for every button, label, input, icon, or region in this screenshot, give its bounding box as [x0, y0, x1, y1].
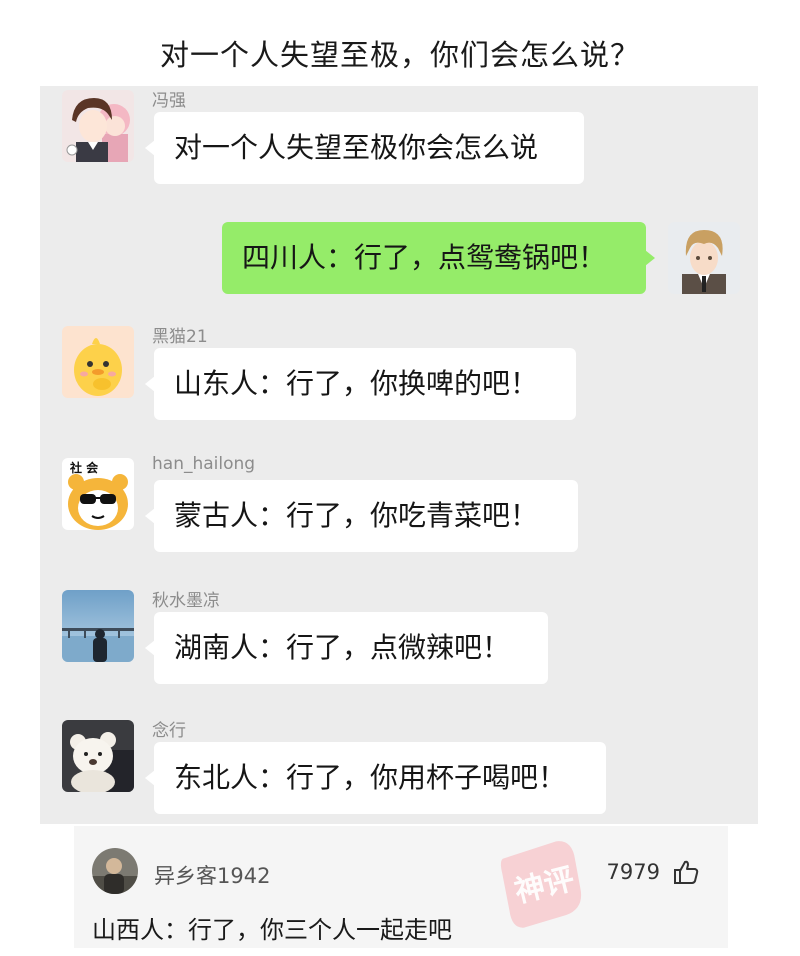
seaside-pier-avatar-icon[interactable]: [62, 590, 134, 662]
man-photo-avatar-icon[interactable]: [92, 848, 138, 894]
yellow-chick-avatar-icon[interactable]: [62, 326, 134, 398]
avatar-caption: 社 会: [70, 461, 99, 475]
thumbs-up-icon[interactable]: [672, 858, 700, 886]
sender-name[interactable]: 冯强: [152, 86, 186, 111]
anime-couple-avatar-icon[interactable]: [62, 90, 134, 162]
sender-name[interactable]: 念行: [152, 716, 186, 741]
message-bubble[interactable]: 山东人：行了，你换啤的吧！: [145, 348, 576, 420]
shenping-stamp-icon: 神评: [496, 840, 588, 928]
self-message-bubble[interactable]: 四川人：行了，点鸳鸯锅吧！: [222, 222, 655, 294]
comment-text: 山西人：行了，你三个人一起走吧: [92, 916, 452, 944]
comment-username[interactable]: 异乡客1942: [154, 860, 270, 890]
plush-bear-avatar-icon[interactable]: [62, 720, 134, 792]
sender-name[interactable]: 秋水墨凉: [152, 586, 220, 611]
sender-name[interactable]: 黑猫21: [152, 322, 208, 347]
message-bubble[interactable]: 东北人：行了，你用杯子喝吧！: [145, 742, 606, 814]
chat-screenshot: [40, 86, 758, 824]
comment-card: 异乡客1942 7979 山西人：行了，你三个人一起走吧: [74, 826, 728, 948]
like-count: 7979: [606, 860, 660, 884]
sender-name[interactable]: han_hailong: [152, 454, 255, 474]
message-bubble[interactable]: 蒙古人：行了，你吃青菜吧！: [145, 480, 578, 552]
anime-boy-avatar-icon[interactable]: [668, 222, 740, 294]
message-bubble[interactable]: 湖南人：行了，点微辣吧！: [145, 612, 548, 684]
message-bubble[interactable]: 对一个人失望至极你会怎么说: [145, 112, 584, 184]
page-title: 对一个人失望至极，你们会怎么说？: [159, 38, 640, 72]
